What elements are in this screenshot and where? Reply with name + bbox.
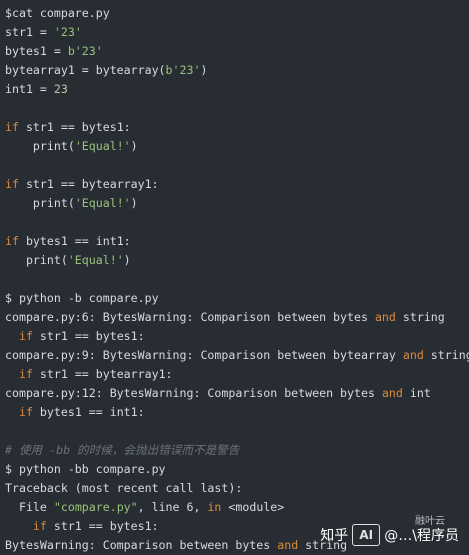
code-token: and bbox=[402, 348, 424, 362]
watermark-author: @…\程序员 bbox=[384, 528, 459, 544]
code-token: 'Equal!' bbox=[74, 196, 131, 210]
terminal-line: compare.py:12: BytesWarning: Comparison … bbox=[5, 384, 465, 403]
terminal-line: if str1 == bytes1: bbox=[5, 118, 465, 137]
terminal-line: bytearray1 = bytearray(b'23') bbox=[5, 61, 465, 80]
terminal-line: if str1 == bytearray1: bbox=[5, 175, 465, 194]
code-token: $ python -bb compare.py bbox=[5, 462, 166, 476]
code-token: print( bbox=[5, 196, 75, 210]
code-token: , line 6, bbox=[137, 500, 208, 514]
code-token: str1 == bytearray1: bbox=[18, 177, 159, 191]
code-token: str1 == bytes1: bbox=[32, 329, 145, 343]
terminal-line: $cat compare.py bbox=[5, 4, 465, 23]
code-token: # 使用 -bb 的时候，会抛出错误而不是警告 bbox=[5, 443, 240, 457]
code-token: ) bbox=[130, 196, 138, 210]
code-token: compare.py:6: BytesWarning: Comparison b… bbox=[5, 310, 375, 324]
code-token: $ python -b compare.py bbox=[5, 291, 159, 305]
code-token: 'Equal!' bbox=[67, 253, 124, 267]
code-token: ) bbox=[200, 63, 208, 77]
terminal-line: compare.py:9: BytesWarning: Comparison b… bbox=[5, 346, 469, 365]
code-token: if bbox=[5, 177, 19, 191]
watermark-logo-icon: AI bbox=[352, 524, 381, 546]
code-token: if bbox=[32, 519, 47, 533]
watermark: 知乎 AI @…\程序员 融叶云 bbox=[320, 516, 459, 546]
code-token: str1 == bytes1: bbox=[46, 519, 159, 533]
terminal-line: if str1 == bytes1: bbox=[5, 327, 465, 346]
code-token: string bbox=[395, 310, 445, 324]
code-token: b'23' bbox=[67, 44, 103, 58]
code-token: in bbox=[207, 500, 222, 514]
code-token: if bbox=[18, 329, 33, 343]
code-token: int1 = bbox=[5, 82, 54, 96]
terminal-line: # 使用 -bb 的时候，会抛出错误而不是警告 bbox=[5, 441, 465, 460]
terminal-line: compare.py:6: BytesWarning: Comparison b… bbox=[5, 308, 465, 327]
code-token: str1 == bytes1: bbox=[18, 120, 131, 134]
code-token: int bbox=[402, 386, 431, 400]
code-token: <module> bbox=[221, 500, 285, 514]
code-token: $cat compare.py bbox=[5, 6, 110, 20]
code-token: str1 = bbox=[5, 25, 54, 39]
code-token: if bbox=[18, 405, 33, 419]
code-token: 23 bbox=[53, 82, 68, 96]
code-token: compare.py:9: BytesWarning: Comparison b… bbox=[5, 348, 403, 362]
terminal-line: if bytes1 == int1: bbox=[5, 232, 465, 251]
code-token: if bbox=[5, 234, 19, 248]
code-token: and bbox=[381, 386, 403, 400]
code-token: print( bbox=[5, 253, 68, 267]
code-token: and bbox=[374, 310, 396, 324]
code-token: bytearray1 = bytearray( bbox=[5, 63, 166, 77]
terminal-line: $ python -bb compare.py bbox=[5, 460, 465, 479]
code-token: bytes1 = bbox=[5, 44, 68, 58]
terminal-line: print('Equal!') bbox=[5, 137, 465, 156]
terminal-line: $ python -b compare.py bbox=[5, 289, 465, 308]
terminal-line: Traceback (most recent call last): bbox=[5, 479, 465, 498]
code-token: "compare.py" bbox=[53, 500, 138, 514]
code-token: b'23' bbox=[165, 63, 201, 77]
watermark-site: 知乎 bbox=[320, 528, 349, 544]
code-token: ) bbox=[130, 139, 138, 153]
terminal-line: print('Equal!') bbox=[5, 194, 465, 213]
code-token: str1 == bytearray1: bbox=[32, 367, 173, 381]
code-token: string bbox=[423, 348, 469, 362]
terminal-line: if bytes1 == int1: bbox=[5, 403, 465, 422]
terminal-line: if str1 == bytearray1: bbox=[5, 365, 465, 384]
code-token: compare.py:12: BytesWarning: Comparison … bbox=[5, 386, 382, 400]
code-token: File bbox=[5, 500, 54, 514]
terminal-line: int1 = 23 bbox=[5, 80, 465, 99]
terminal-output: $cat compare.py str1 = '23' bytes1 = b'23'… bbox=[5, 4, 469, 555]
code-token: bytes1 == int1: bbox=[32, 405, 145, 419]
code-token: and bbox=[277, 538, 299, 552]
code-token: if bbox=[5, 120, 19, 134]
code-token: ) bbox=[123, 253, 131, 267]
code-token: if bbox=[18, 367, 33, 381]
watermark-sub: 融叶云 bbox=[415, 516, 445, 527]
terminal-line: File "compare.py", line 6, in <module> bbox=[5, 498, 465, 517]
code-token: BytesWarning: Comparison between bytes bbox=[5, 538, 278, 552]
terminal-line: print('Equal!') bbox=[5, 251, 465, 270]
code-token: bytes1 == int1: bbox=[18, 234, 131, 248]
code-token: Traceback (most recent call last): bbox=[5, 481, 243, 495]
terminal-line: str1 = '23' bbox=[5, 23, 465, 42]
code-token: 'Equal!' bbox=[74, 139, 131, 153]
terminal-line: bytes1 = b'23' bbox=[5, 42, 465, 61]
code-token: print( bbox=[5, 139, 75, 153]
code-token: '23' bbox=[53, 25, 82, 39]
